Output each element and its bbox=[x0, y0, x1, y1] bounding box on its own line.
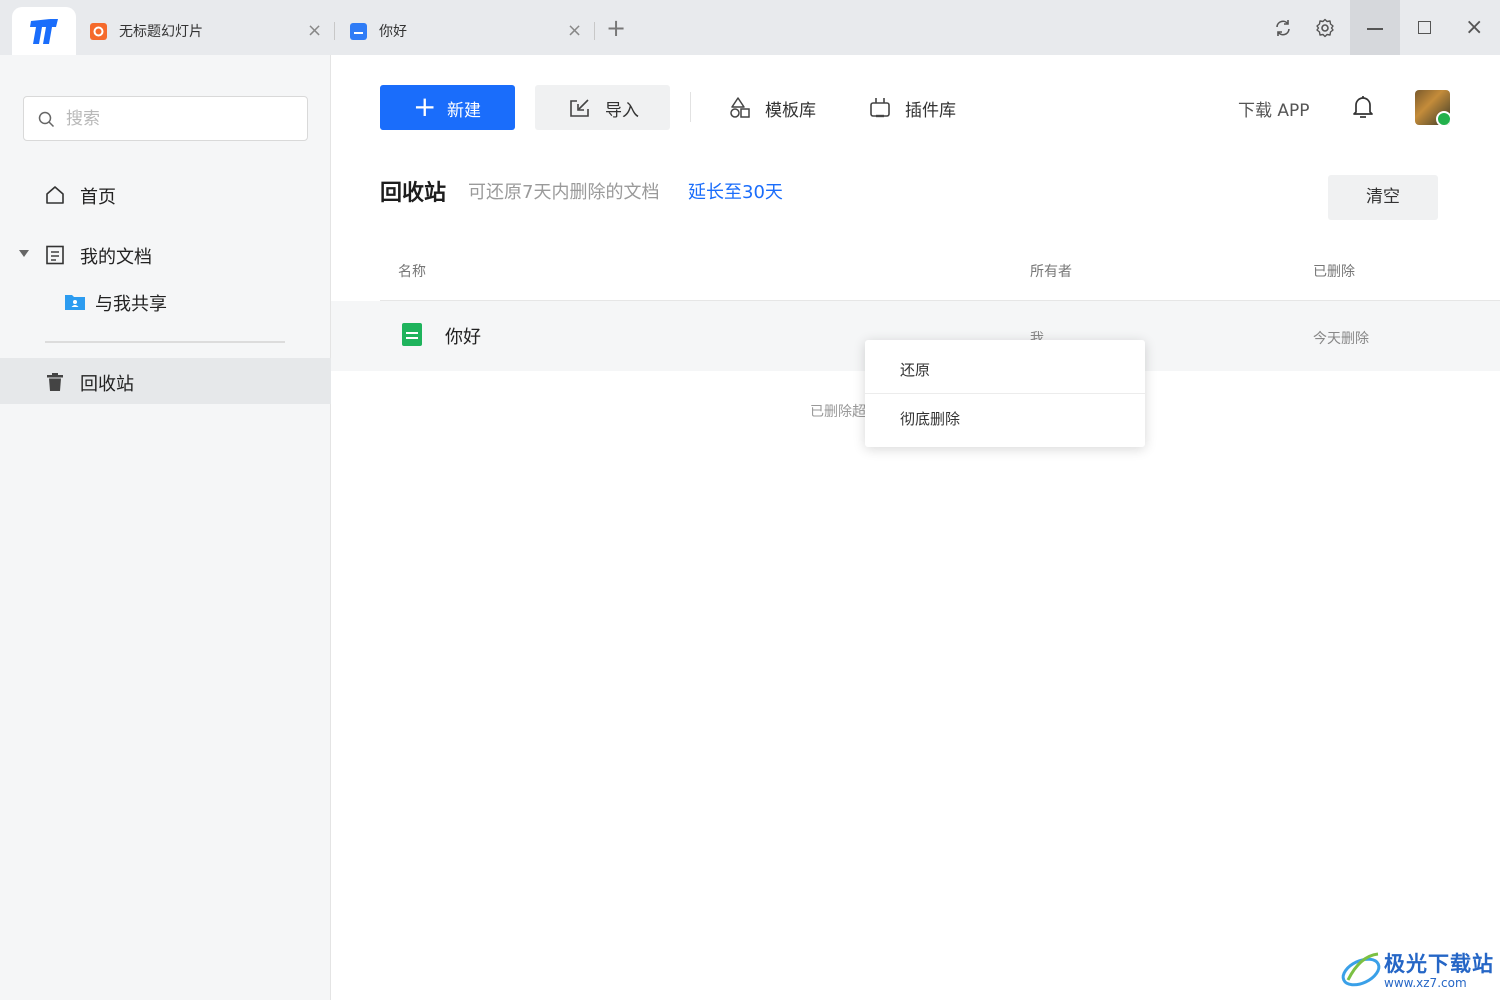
extend-retention-link[interactable]: 延长至30天 bbox=[688, 178, 783, 204]
sidebar-item-my-docs[interactable]: 我的文档 bbox=[0, 231, 331, 277]
templates-icon bbox=[730, 97, 750, 118]
column-header-owner: 所有者 bbox=[1030, 264, 1072, 280]
home-icon bbox=[46, 186, 64, 204]
title-bar: 无标题幻灯片 × 你好 × + × bbox=[0, 0, 1500, 55]
sheet-icon bbox=[402, 323, 422, 346]
sidebar-item-label: 首页 bbox=[80, 187, 116, 208]
page-title: 回收站 bbox=[380, 181, 447, 206]
maximize-button[interactable] bbox=[1418, 21, 1431, 34]
watermark-text: 极光下载站 bbox=[1384, 952, 1494, 976]
file-deleted-time: 今天删除 bbox=[1313, 331, 1369, 347]
restore-menu-item[interactable]: 还原 bbox=[865, 345, 1145, 393]
watermark-logo-icon bbox=[1341, 952, 1381, 987]
new-tab-icon[interactable]: + bbox=[606, 16, 626, 40]
delete-permanently-menu-item[interactable]: 彻底删除 bbox=[865, 394, 1145, 442]
search-icon bbox=[38, 111, 55, 128]
delete-permanently-menu-label: 彻底删除 bbox=[900, 410, 961, 428]
app-logo[interactable] bbox=[12, 7, 76, 55]
sidebar-divider bbox=[45, 341, 285, 343]
tab-document-close-icon[interactable]: × bbox=[567, 20, 582, 41]
wechat-badge-icon bbox=[1436, 111, 1450, 125]
shared-folder-icon bbox=[65, 295, 85, 310]
restore-menu-label: 还原 bbox=[900, 361, 931, 379]
templates-label: 模板库 bbox=[765, 101, 816, 121]
slides-icon bbox=[90, 22, 107, 40]
clear-button[interactable]: 清空 bbox=[1328, 175, 1438, 220]
sync-icon[interactable] bbox=[1273, 18, 1293, 38]
tab-document-label: 你好 bbox=[379, 24, 407, 40]
context-menu: 还原 彻底删除 bbox=[865, 340, 1145, 447]
notification-bell-icon[interactable] bbox=[1352, 95, 1374, 119]
search-box[interactable] bbox=[23, 96, 308, 141]
sidebar-item-trash[interactable]: 回收站 bbox=[0, 358, 331, 404]
sidebar-item-label: 我的文档 bbox=[80, 247, 152, 268]
new-button[interactable]: + 新建 bbox=[380, 85, 515, 130]
trash-icon bbox=[47, 373, 63, 391]
tab-separator bbox=[334, 22, 335, 40]
watermark: 极光下载站 www.xz7.com bbox=[1340, 946, 1495, 996]
tab-slides-label: 无标题幻灯片 bbox=[119, 24, 203, 40]
plugins-label: 插件库 bbox=[905, 101, 956, 121]
expand-caret-icon[interactable] bbox=[19, 250, 29, 257]
minimize-button[interactable] bbox=[1350, 0, 1400, 55]
sidebar-item-label: 与我共享 bbox=[95, 294, 167, 315]
file-name: 你好 bbox=[445, 327, 481, 348]
download-app-link[interactable]: 下载 APP bbox=[1238, 96, 1310, 121]
sidebar-item-label: 回收站 bbox=[80, 374, 134, 395]
search-input[interactable] bbox=[66, 105, 296, 133]
doc-icon bbox=[350, 22, 367, 40]
watermark-url: www.xz7.com bbox=[1384, 976, 1467, 990]
window-close-button[interactable]: × bbox=[1465, 15, 1483, 40]
sidebar-item-shared[interactable]: 与我共享 bbox=[0, 278, 331, 324]
minimize-icon bbox=[1367, 28, 1383, 30]
column-header-deleted: 已删除 bbox=[1313, 264, 1355, 280]
toolbar-separator bbox=[690, 92, 691, 122]
import-button-label: 导入 bbox=[605, 101, 639, 121]
tab-separator bbox=[594, 22, 595, 40]
column-header-name: 名称 bbox=[398, 264, 426, 280]
import-button[interactable]: 导入 bbox=[535, 85, 670, 130]
document-icon bbox=[46, 245, 64, 265]
user-avatar[interactable] bbox=[1415, 90, 1450, 125]
plugin-icon bbox=[870, 98, 890, 118]
sidebar-item-home[interactable]: 首页 bbox=[0, 171, 331, 217]
tab-document[interactable]: 你好 bbox=[350, 7, 407, 55]
plus-icon: + bbox=[413, 90, 437, 123]
new-button-label: 新建 bbox=[447, 101, 481, 121]
page-hint: 可还原7天内删除的文档 bbox=[468, 182, 660, 203]
settings-gear-icon[interactable] bbox=[1315, 18, 1335, 38]
tab-slides[interactable]: 无标题幻灯片 bbox=[90, 7, 203, 55]
tab-slides-close-icon[interactable]: × bbox=[307, 20, 322, 41]
sidebar: 首页 我的文档 与我共享 回收站 bbox=[0, 55, 331, 1000]
app-logo-icon bbox=[30, 19, 58, 44]
import-icon bbox=[570, 99, 589, 117]
